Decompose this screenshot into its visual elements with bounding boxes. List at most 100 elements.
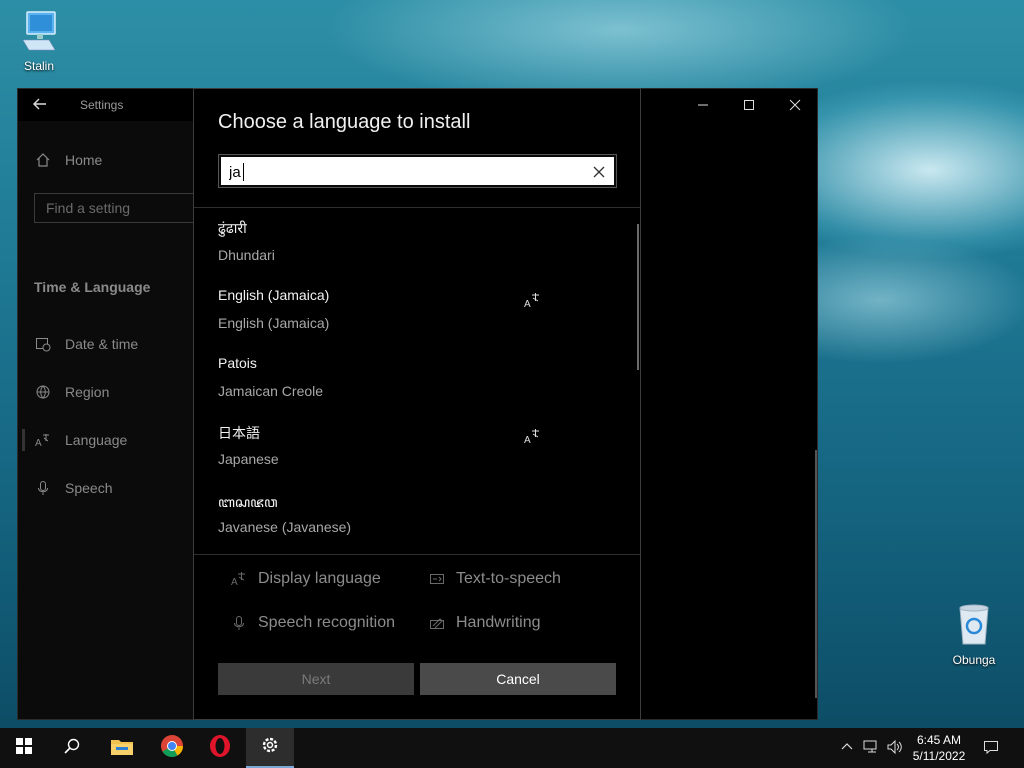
start-button[interactable] [0, 728, 48, 768]
sidebar-item-label: Speech [65, 480, 113, 496]
list-item[interactable]: ꦧꦱꦗꦮ Javanese (Javanese) [218, 491, 618, 554]
back-arrow-icon[interactable] [32, 96, 52, 116]
sidebar-section-heading: Time & Language [34, 279, 151, 295]
action-center-button[interactable] [978, 728, 1004, 768]
sidebar-item-region[interactable]: Region [34, 383, 109, 401]
search-icon [63, 737, 81, 760]
language-icon: A [34, 431, 52, 449]
text-to-speech-icon [428, 570, 446, 588]
desktop-icon-obunga[interactable]: Obunga [939, 602, 1009, 667]
taskbar: 6:45 AM 5/11/2022 [0, 728, 1024, 768]
taskbar-file-explorer[interactable] [98, 728, 146, 768]
handwriting-icon [428, 614, 446, 632]
list-item[interactable]: Patois Jamaican Creole [218, 355, 618, 423]
language-native-name: Patois [218, 355, 257, 371]
svg-text:A: A [524, 435, 531, 445]
feature-label: Display language [258, 570, 381, 587]
chrome-icon [160, 734, 184, 763]
feature-label: Speech recognition [258, 614, 395, 631]
desktop-icon-label: Stalin [23, 59, 55, 73]
desktop-icon-stalin[interactable]: Stalin [4, 10, 74, 73]
svg-text:A: A [524, 299, 531, 309]
list-bottom-divider [194, 554, 640, 555]
language-native-name: 日本語 [218, 425, 260, 441]
sidebar-item-label: Home [65, 152, 103, 168]
display-language-icon: A [524, 427, 542, 446]
taskbar-search-button[interactable] [48, 728, 96, 768]
microphone-icon [230, 614, 248, 632]
language-list-scrollbar[interactable] [637, 224, 639, 370]
taskbar-opera[interactable] [196, 728, 244, 768]
settings-sidebar: Home Find a setting Time & Language Date… [18, 121, 194, 719]
sidebar-item-language[interactable]: A Language [34, 431, 127, 449]
feature-label: Handwriting [456, 614, 541, 631]
taskbar-clock[interactable]: 6:45 AM 5/11/2022 [905, 732, 973, 764]
feature-text-to-speech: Text-to-speech [428, 570, 561, 588]
settings-icon [260, 735, 280, 760]
language-english-name: Jamaican Creole [218, 383, 324, 399]
find-setting-placeholder: Find a setting [46, 200, 131, 216]
start-icon [15, 737, 33, 760]
recycle-bin-icon [939, 602, 1009, 649]
sidebar-item-home[interactable]: Home [34, 151, 102, 169]
language-native-name: English (Jamaica) [218, 287, 330, 303]
feature-display-language: A Display language [230, 570, 381, 588]
taskbar-chrome[interactable] [148, 728, 196, 768]
desktop-icon-label: Obunga [952, 653, 996, 667]
active-item-indicator [22, 429, 25, 451]
opera-icon [208, 734, 232, 763]
network-status[interactable] [860, 728, 882, 768]
show-hidden-icons[interactable] [838, 728, 856, 768]
sidebar-item-date-time[interactable]: Date & time [34, 335, 138, 353]
globe-icon [34, 383, 52, 401]
feature-label: Text-to-speech [456, 570, 561, 587]
volume-control[interactable] [884, 728, 906, 768]
list-item[interactable]: English (Jamaica) English (Jamaica) A [218, 287, 618, 355]
network-icon [863, 740, 879, 757]
svg-text:A: A [35, 438, 42, 448]
text-caret [243, 163, 244, 181]
next-button[interactable]: Next [218, 663, 414, 695]
display-language-icon: A [524, 291, 542, 310]
cancel-button[interactable]: Cancel [420, 663, 616, 695]
microphone-icon [34, 479, 52, 497]
language-list: ढुंढारी Dhundari English (Jamaica) Engli… [194, 209, 640, 554]
list-top-divider [194, 207, 640, 208]
language-search-box[interactable] [218, 154, 617, 188]
language-english-name: Japanese [218, 451, 279, 467]
feature-handwriting: Handwriting [428, 614, 540, 632]
language-english-name: English (Jamaica) [218, 315, 330, 331]
close-button[interactable] [772, 89, 818, 121]
find-setting-input[interactable]: Find a setting [34, 193, 194, 223]
dialog-title: Choose a language to install [218, 111, 471, 133]
language-native-name: ढुंढारी [218, 220, 247, 236]
choose-language-dialog: Choose a language to install ढुंढारी Dhu… [193, 88, 641, 720]
list-item[interactable]: ढुंढारी Dhundari [218, 219, 618, 287]
list-item[interactable]: 日本語 Japanese A [218, 423, 618, 491]
settings-scrollbar[interactable] [815, 450, 817, 698]
svg-text:A: A [231, 577, 238, 587]
clear-search-icon[interactable] [590, 163, 608, 181]
language-english-name: Dhundari [218, 247, 275, 263]
taskbar-settings[interactable] [246, 728, 294, 768]
sidebar-item-label: Date & time [65, 336, 139, 352]
notification-icon [983, 739, 999, 758]
language-native-name: ꦧꦱꦗꦮ [218, 494, 278, 510]
language-search-input[interactable] [229, 162, 579, 182]
home-icon [34, 151, 52, 169]
chevron-up-icon [841, 741, 853, 756]
computer-icon [4, 10, 74, 55]
speaker-icon [887, 739, 903, 757]
settings-title: Settings [80, 98, 124, 112]
display-language-icon: A [230, 570, 248, 588]
calendar-clock-icon [34, 335, 52, 353]
language-english-name: Javanese (Javanese) [218, 519, 352, 535]
minimize-button[interactable] [680, 89, 726, 121]
sidebar-item-label: Language [65, 432, 128, 448]
file-explorer-icon [110, 736, 134, 761]
feature-speech-recognition: Speech recognition [230, 614, 395, 632]
clock-date: 5/11/2022 [912, 749, 966, 763]
maximize-button[interactable] [726, 89, 772, 121]
sidebar-item-speech[interactable]: Speech [34, 479, 112, 497]
clock-time: 6:45 AM [916, 733, 962, 747]
